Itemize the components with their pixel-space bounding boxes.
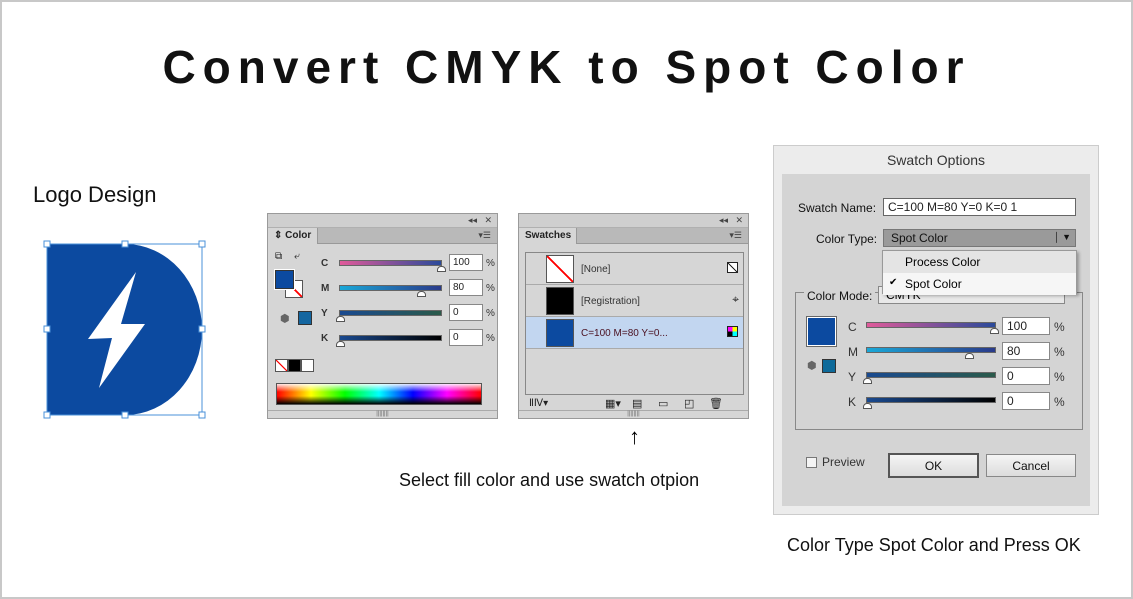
new-group-icon[interactable]: ▭ xyxy=(658,397,668,410)
close-icon[interactable]: ✕ xyxy=(735,215,743,226)
swatch-libraries-icon[interactable]: ⅡⅣ▾ xyxy=(529,398,548,409)
fill-swatch[interactable] xyxy=(274,269,295,290)
k-input[interactable]: 0 xyxy=(449,329,483,346)
m-label: M xyxy=(321,283,330,294)
dialog-title: Swatch Options xyxy=(886,152,986,168)
y-slider[interactable] xyxy=(866,372,996,378)
swatches-panel: ◂◂ ✕ Swatches ▾☰ [None] [Registration] ⌖ C=… xyxy=(518,213,749,419)
registration-icon: ⌖ xyxy=(732,292,739,306)
y-input[interactable]: 0 xyxy=(1002,367,1050,385)
swatch-row-cmyk[interactable]: C=100 M=80 Y=0... xyxy=(526,317,743,349)
cancel-button[interactable]: Cancel xyxy=(986,454,1076,477)
ok-button[interactable]: OK xyxy=(888,453,979,478)
logo-d-lightning[interactable] xyxy=(0,0,260,430)
preview-label: Preview xyxy=(822,455,865,469)
show-swatch-kinds-icon[interactable]: ▦▾ xyxy=(605,397,621,410)
k-slider[interactable] xyxy=(339,335,442,341)
swatch-options-dialog: Swatch Options Swatch Name: C=100 M=80 Y… xyxy=(773,145,1099,515)
black-swatch[interactable] xyxy=(288,359,301,372)
white-swatch[interactable] xyxy=(301,359,314,372)
arrow-up-icon: ↑ xyxy=(629,424,640,449)
color-type-select[interactable]: Spot Color │ ▼ xyxy=(883,229,1076,247)
color-type-label: Color Type: xyxy=(816,232,878,246)
gamut-cube-icon: ⬢ xyxy=(280,313,290,325)
panel-menu-icon[interactable]: ▾☰ xyxy=(478,230,491,241)
m-slider[interactable] xyxy=(339,285,442,291)
swap-icon[interactable]: ⤶ xyxy=(294,251,300,262)
panel-menu-icon[interactable]: ▾☰ xyxy=(729,230,742,241)
color-panel: ◂◂ ✕ ⇕ Color ▾☰ ⧉ ⤶ ⬢ C 100% M 80% Y 0% K … xyxy=(267,213,498,419)
color-preview-swatch xyxy=(806,316,837,347)
c-input[interactable]: 100 xyxy=(449,254,483,271)
swatch-name-input[interactable]: C=100 M=80 Y=0 K=0 1 xyxy=(883,198,1076,216)
k-label: K xyxy=(321,333,329,344)
collapse-icon[interactable]: ◂◂ xyxy=(719,215,728,226)
none-swatch[interactable] xyxy=(275,359,288,372)
middle-caption: Select fill color and use swatch otpion xyxy=(399,470,700,490)
gamut-cube-icon: ⬢ xyxy=(807,360,817,372)
c-input[interactable]: 100 xyxy=(1002,317,1050,335)
m-input[interactable]: 80 xyxy=(449,279,483,296)
color-mode-label: Color Mode: xyxy=(804,289,876,303)
swatch-list: [None] [Registration] ⌖ C=100 M=80 Y=0... xyxy=(525,252,744,395)
tab-swatches[interactable]: Swatches xyxy=(519,228,577,244)
swatch-options-icon[interactable]: ▤ xyxy=(632,397,642,410)
k-input[interactable]: 0 xyxy=(1002,392,1050,410)
c-label: C xyxy=(321,258,329,269)
delete-icon[interactable]: 🗑 xyxy=(709,397,723,410)
swatch-name-label: Swatch Name: xyxy=(798,201,877,215)
m-slider[interactable] xyxy=(866,347,996,353)
y-slider[interactable] xyxy=(339,310,442,316)
chevron-down-icon: │ ▼ xyxy=(1053,232,1071,242)
websafe-swatch[interactable] xyxy=(822,359,836,373)
process-cmyk-icon xyxy=(727,326,738,337)
y-label: Y xyxy=(321,308,328,319)
c-slider[interactable] xyxy=(866,322,996,328)
k-slider[interactable] xyxy=(866,397,996,403)
color-spectrum[interactable] xyxy=(276,383,482,405)
preview-checkbox[interactable] xyxy=(806,457,817,468)
option-process-color[interactable]: Process Color xyxy=(883,251,1076,273)
websafe-swatch[interactable] xyxy=(298,311,312,325)
c-slider[interactable] xyxy=(339,260,442,266)
tab-color[interactable]: ⇕ Color xyxy=(268,228,319,244)
m-input[interactable]: 80 xyxy=(1002,342,1050,360)
right-caption: Color Type Spot Color and Press OK xyxy=(787,535,1081,555)
close-icon[interactable]: ✕ xyxy=(484,215,492,226)
swatch-row-registration[interactable]: [Registration] ⌖ xyxy=(526,285,743,317)
swatch-row-none[interactable]: [None] xyxy=(526,253,743,285)
option-spot-color[interactable]: ✔ Spot Color xyxy=(883,273,1076,295)
color-type-dropdown: Process Color ✔ Spot Color xyxy=(882,250,1077,295)
resize-grip[interactable]: |||||||| xyxy=(268,410,497,418)
y-input[interactable]: 0 xyxy=(449,304,483,321)
collapse-icon[interactable]: ◂◂ xyxy=(468,215,477,226)
new-swatch-icon[interactable]: ◰ xyxy=(684,397,694,410)
default-fill-stroke-icon[interactable]: ⧉ xyxy=(275,251,282,262)
resize-grip[interactable]: |||||||| xyxy=(519,410,748,418)
none-icon xyxy=(727,262,738,273)
checkmark-icon: ✔ xyxy=(889,277,898,288)
